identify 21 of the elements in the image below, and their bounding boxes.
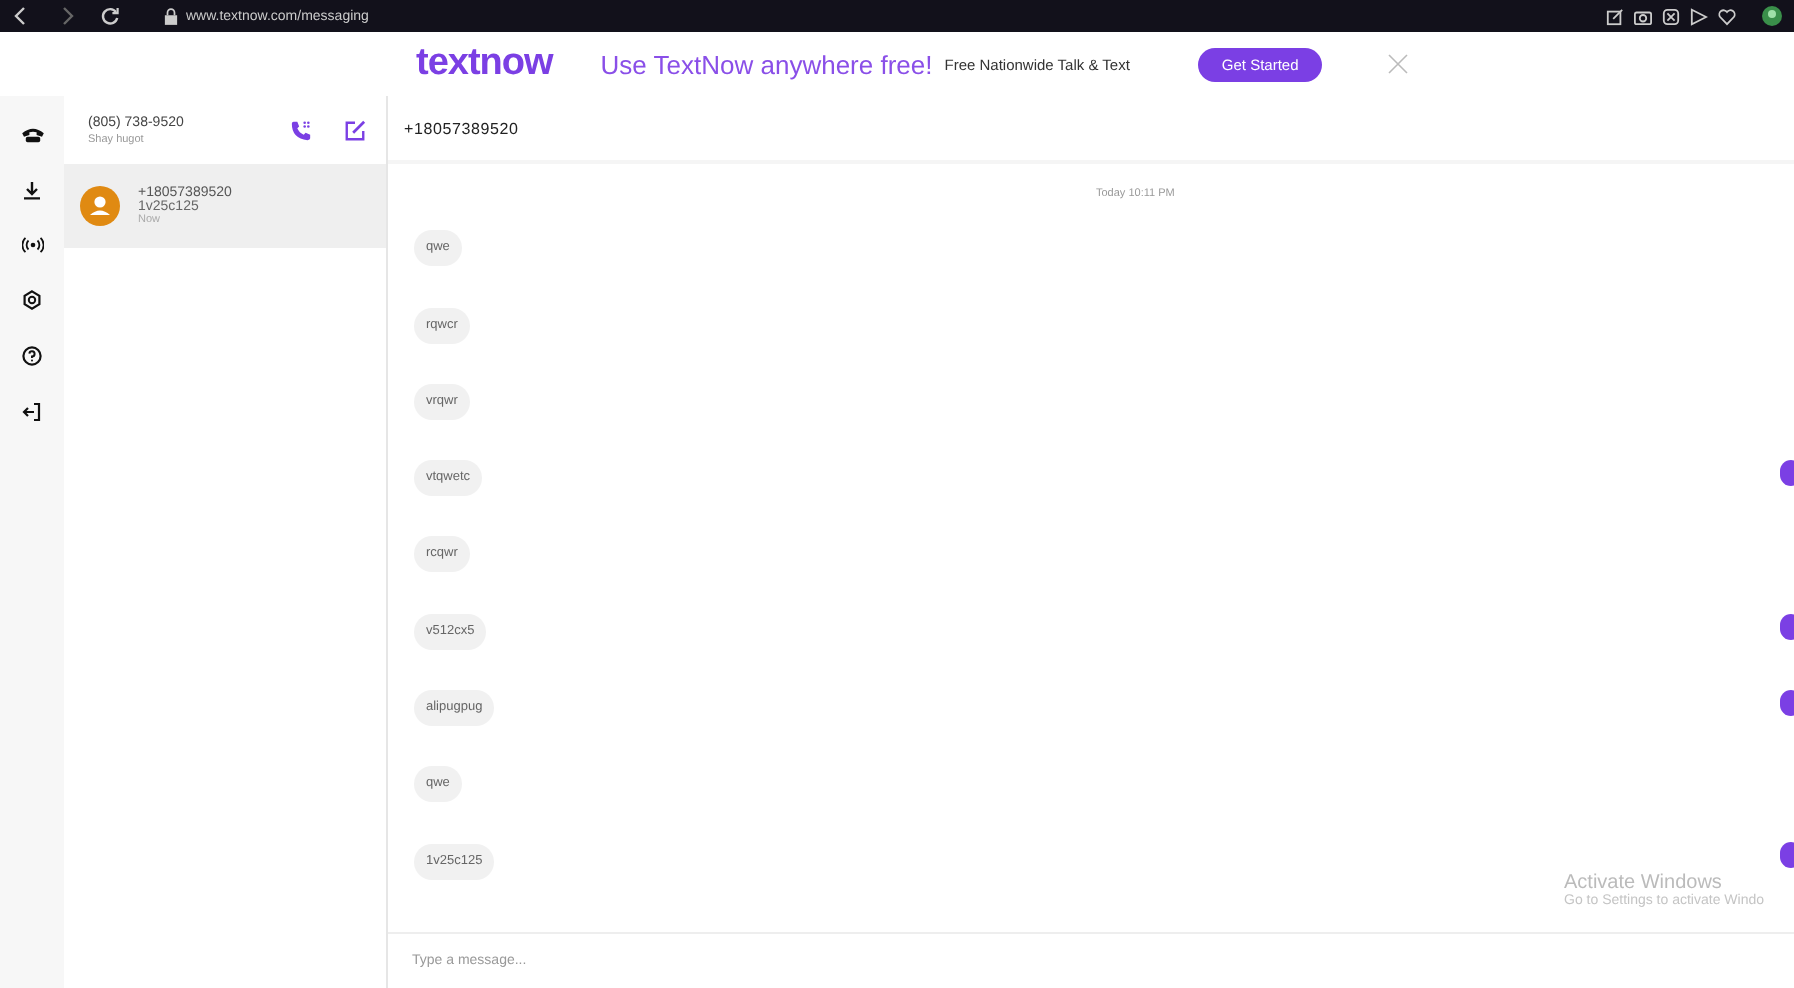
lock-icon: [164, 7, 178, 25]
avatar-icon: [80, 186, 120, 226]
compose-icon[interactable]: [344, 119, 366, 141]
download-icon[interactable]: [22, 180, 42, 200]
ad-headline: Use TextNow anywhere free!: [600, 49, 933, 79]
textnow-logo[interactable]: textnow: [416, 42, 553, 86]
phone-icon[interactable]: [19, 126, 45, 144]
edit-icon[interactable]: [1606, 7, 1624, 25]
profile-icon[interactable]: [1762, 6, 1782, 26]
send-icon[interactable]: [1690, 7, 1708, 25]
broadcast-icon[interactable]: [21, 236, 43, 254]
activation-title: Activate Windows: [1564, 872, 1724, 894]
chat-title: +18057389520: [404, 119, 519, 137]
camera-icon[interactable]: [1634, 7, 1652, 25]
reload-icon[interactable]: [100, 6, 120, 26]
logout-icon[interactable]: [22, 402, 42, 422]
heart-icon[interactable]: [1718, 7, 1736, 25]
box-icon[interactable]: [1662, 7, 1680, 25]
dialpad-phone-icon[interactable]: [290, 119, 312, 141]
help-icon[interactable]: [22, 346, 42, 366]
settings-icon[interactable]: [22, 290, 42, 310]
